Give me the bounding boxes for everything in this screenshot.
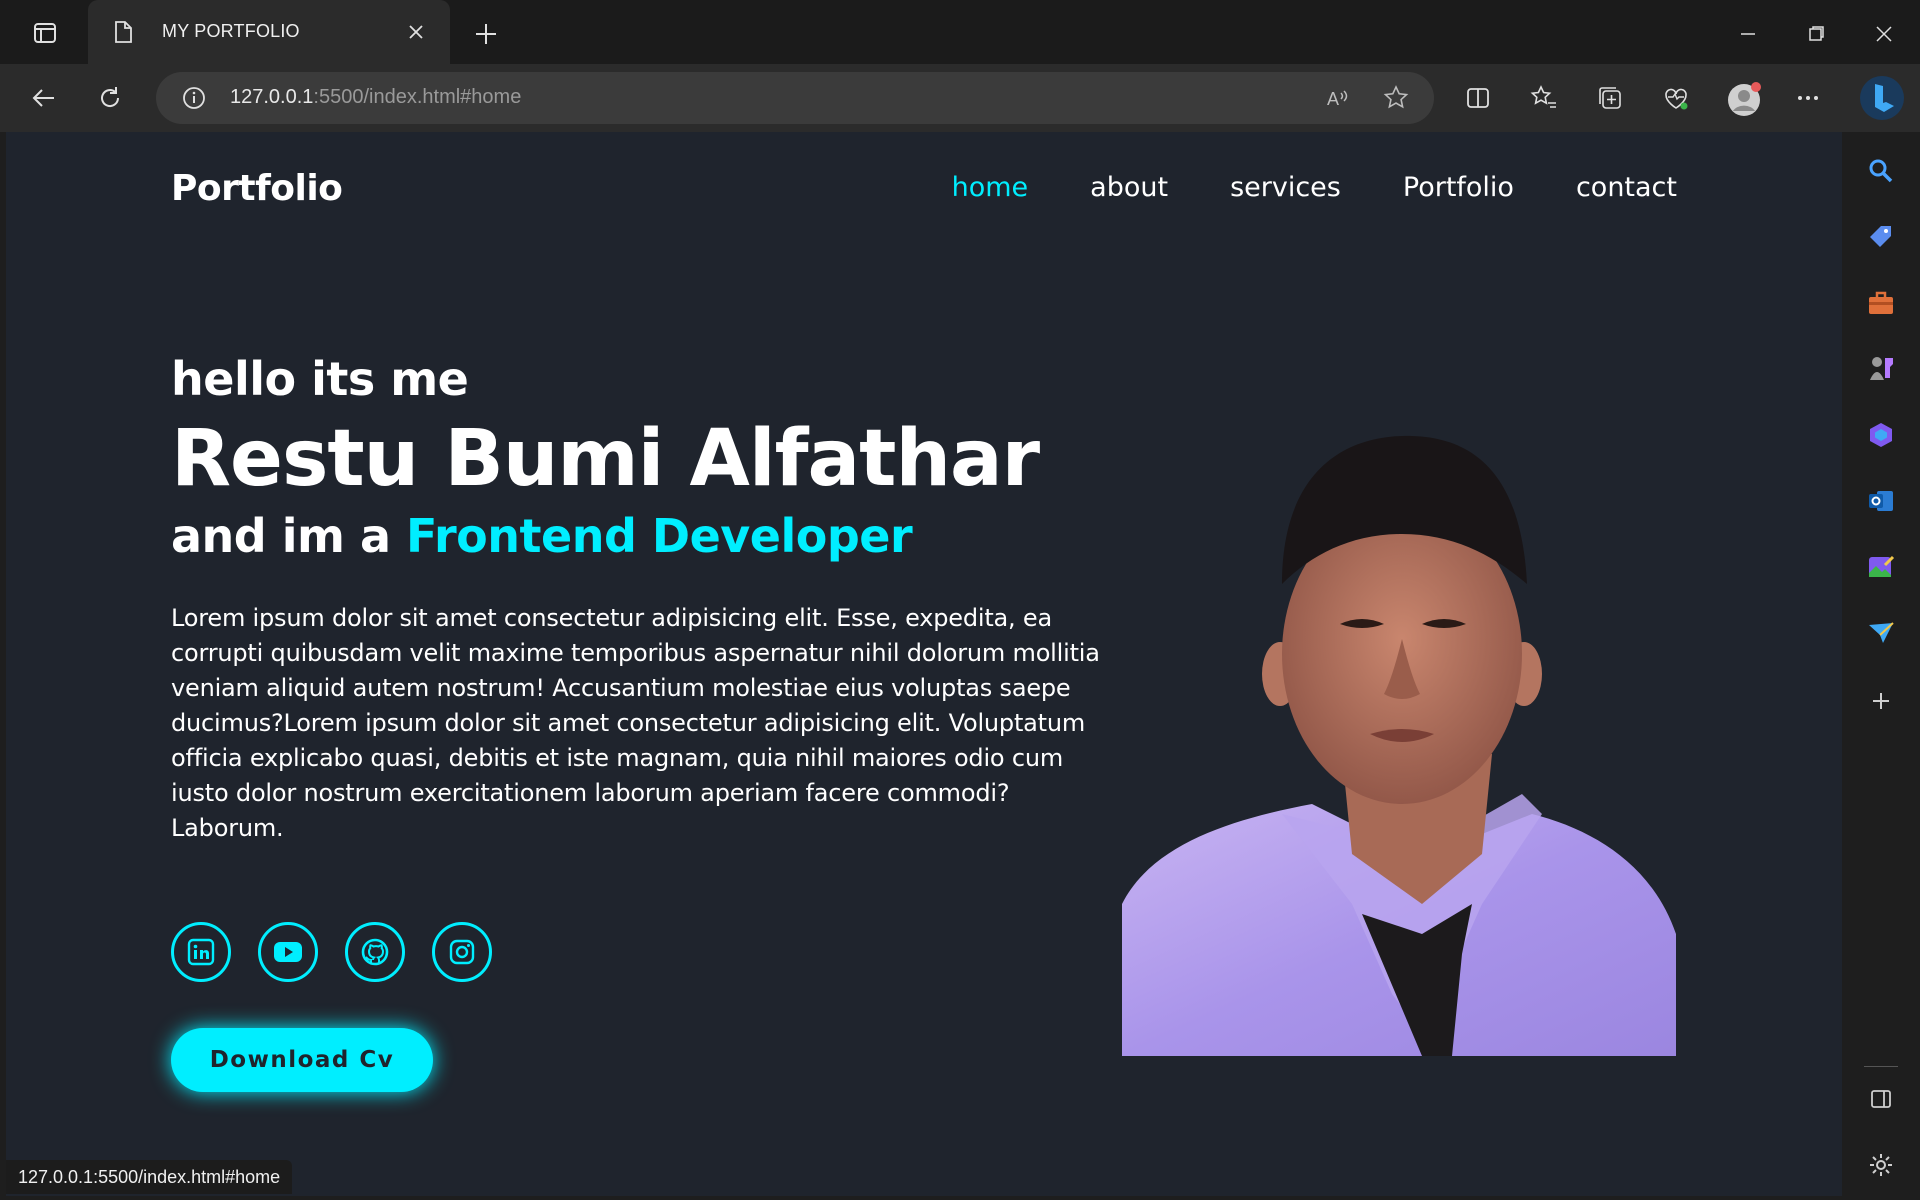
tab-actions-icon[interactable] (22, 18, 68, 48)
restore-icon[interactable] (1800, 18, 1832, 50)
hero-description: Lorem ipsum dolor sit amet consectetur a… (171, 604, 1100, 843)
close-tab-icon[interactable] (404, 20, 428, 44)
youtube-icon (274, 942, 302, 962)
profile-avatar-icon[interactable] (1726, 82, 1761, 116)
microsoft-365-icon[interactable] (1864, 418, 1898, 452)
nav-link-portfolio[interactable]: Portfolio (1403, 172, 1514, 203)
site-info-icon[interactable] (182, 86, 206, 114)
url-host: 127.0.0.1 (230, 86, 314, 108)
nav-link-services[interactable]: services (1230, 172, 1341, 203)
favorites-icon[interactable] (1528, 82, 1560, 114)
site-logo[interactable]: Portfolio (171, 168, 343, 209)
hide-sidebar-icon[interactable] (1864, 1082, 1898, 1116)
split-screen-icon[interactable] (1462, 82, 1494, 114)
browser-essentials-icon[interactable] (1660, 82, 1692, 114)
instagram-link[interactable] (432, 922, 492, 982)
more-menu-icon[interactable] (1792, 82, 1824, 114)
settings-gear-icon[interactable] (1864, 1148, 1898, 1182)
svg-text:A: A (1327, 89, 1339, 109)
browser-tab[interactable]: MY PORTFOLIO (88, 0, 450, 64)
minimize-icon[interactable] (1732, 18, 1764, 50)
hero-name: Restu Bumi Alfathar (171, 414, 1040, 504)
instagram-icon (449, 939, 475, 965)
browser-toolbar: 127.0.0.1:5500/index.html#home A (0, 64, 1920, 132)
games-icon[interactable] (1864, 352, 1898, 386)
nav-link-contact[interactable]: contact (1576, 172, 1677, 203)
nav-link-home[interactable]: home (952, 172, 1029, 203)
add-sidebar-app-icon[interactable] (1864, 684, 1898, 718)
address-bar[interactable]: 127.0.0.1:5500/index.html#home A (156, 72, 1434, 124)
youtube-link[interactable] (258, 922, 318, 982)
sidebar-divider (1864, 1066, 1898, 1067)
read-aloud-icon[interactable]: A (1324, 84, 1352, 112)
url-text[interactable]: 127.0.0.1:5500/index.html#home (230, 86, 521, 109)
shopping-tag-icon[interactable] (1864, 220, 1898, 254)
hero-role-prefix: and im a (171, 509, 407, 564)
web-page-viewport: Portfolio home about services Portfolio … (6, 132, 1842, 1196)
hero-role: and im a Frontend Developer (171, 509, 1151, 563)
hero-section: hello its me Restu Bumi Alfathar and im … (171, 352, 1151, 846)
linkedin-icon (187, 938, 215, 966)
document-icon (114, 21, 132, 47)
site-navbar: home about services Portfolio contact (952, 172, 1677, 203)
nav-link-about[interactable]: about (1090, 172, 1168, 203)
search-icon[interactable] (1864, 154, 1898, 188)
new-tab-icon[interactable] (470, 18, 502, 50)
collections-icon[interactable] (1594, 82, 1626, 114)
github-icon (361, 938, 389, 966)
url-path: :5500/index.html#home (313, 86, 522, 108)
copilot-icon[interactable] (1858, 74, 1906, 122)
send-icon[interactable] (1864, 616, 1898, 650)
social-links (171, 922, 492, 982)
close-window-icon[interactable] (1868, 18, 1900, 50)
github-link[interactable] (345, 922, 405, 982)
back-icon[interactable] (28, 82, 60, 114)
download-cv-button[interactable]: Download Cv (171, 1028, 433, 1092)
profile-photo (1122, 435, 1676, 1056)
hero-greeting: hello its me (171, 352, 469, 406)
tools-icon[interactable] (1864, 286, 1898, 320)
tab-title: MY PORTFOLIO (162, 21, 300, 41)
favorite-star-icon[interactable] (1382, 84, 1410, 112)
outlook-icon[interactable] (1864, 484, 1898, 518)
browser-titlebar: MY PORTFOLIO (0, 0, 1920, 64)
image-designer-icon[interactable] (1864, 550, 1898, 584)
hero-role-highlight: Frontend Developer (406, 509, 913, 564)
refresh-icon[interactable] (94, 82, 126, 114)
status-bar-url: 127.0.0.1:5500/index.html#home (6, 1160, 293, 1194)
linkedin-link[interactable] (171, 922, 231, 982)
browser-sidebar (1842, 132, 1920, 1200)
